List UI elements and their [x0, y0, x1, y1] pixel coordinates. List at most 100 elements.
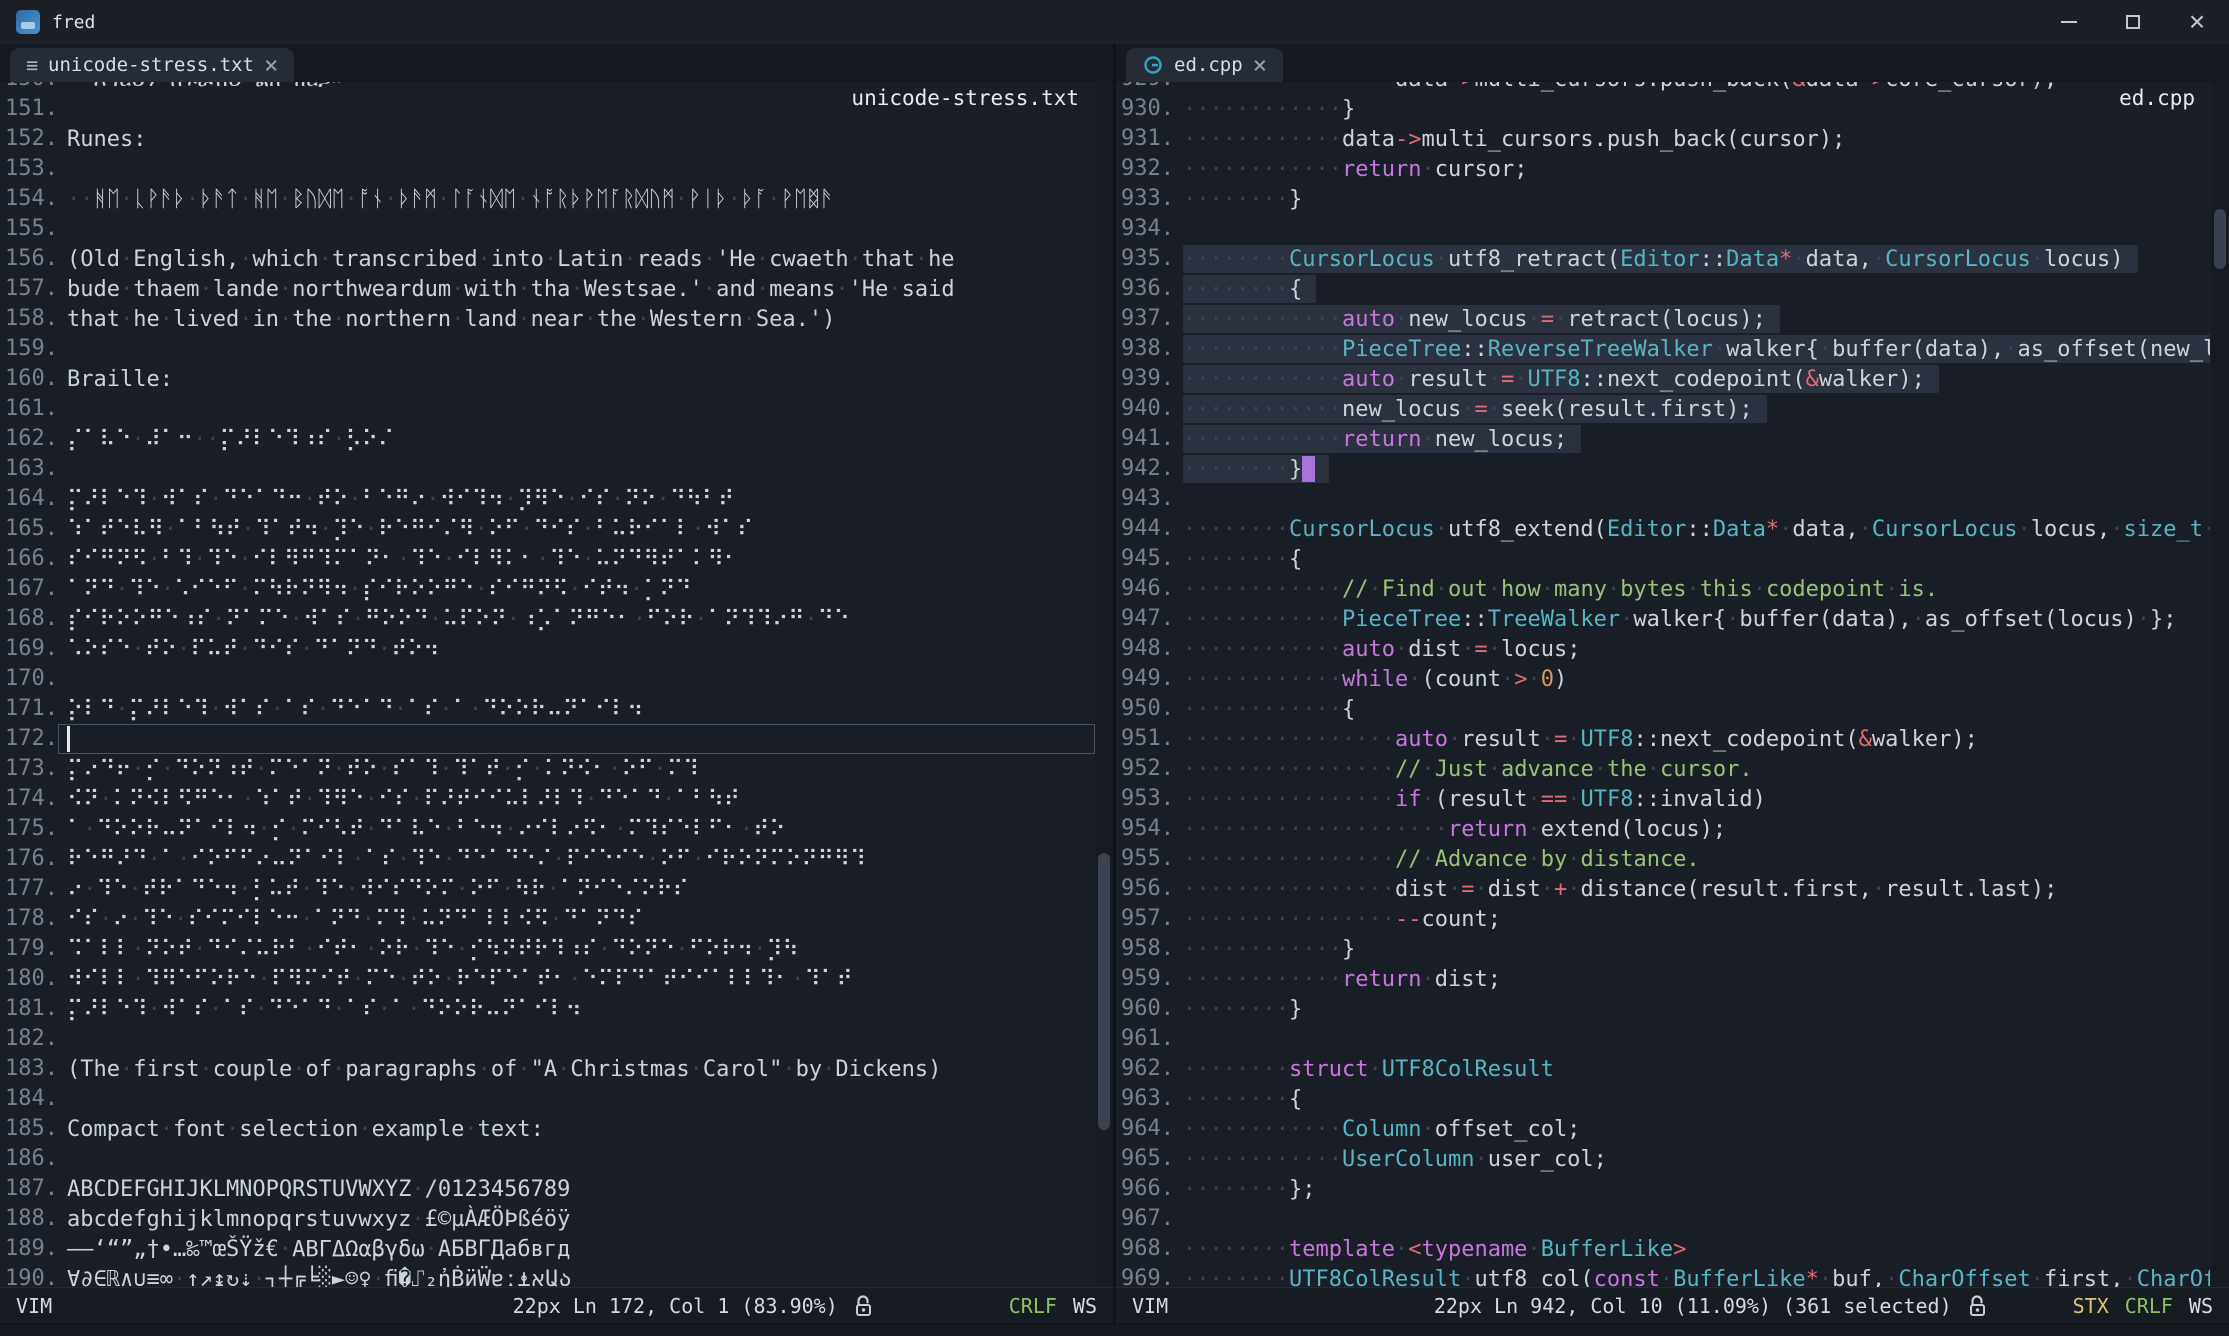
code-line[interactable]: 929.················data->multi_cursors.…	[1116, 82, 2211, 94]
code-line[interactable]: 967.	[1116, 1204, 2211, 1234]
code-line[interactable]: 184.	[0, 1084, 1095, 1114]
code-line[interactable]: 170.	[0, 664, 1095, 694]
code-line[interactable]: 941.············return·new_locus;	[1116, 424, 2211, 454]
code-line[interactable]: 155.	[0, 214, 1095, 244]
code-line[interactable]: 190.∀∂∈ℝ∧∪≡∞·↑↗↨↻⇣·┐┼╔╘░►☺♀·ﬁ�⑀₂ἠḂӥẄɐː⍎א…	[0, 1264, 1095, 1287]
code-line[interactable]: 962.········struct·UTF8ColResult	[1116, 1054, 2211, 1084]
code-line[interactable]: 156.(Old·English,·which·transcribed·into…	[0, 244, 1095, 274]
left-scrollbar-thumb[interactable]	[1098, 853, 1110, 1130]
code-line[interactable]: 948.············auto·dist·=·locus;	[1116, 634, 2211, 664]
whitespace-indicator[interactable]: WS	[2189, 1294, 2213, 1318]
code-line[interactable]: 177.⠔·⠹⠑·⠞⠗⠁⠙⠑⠲·⡃⠥⠞·⠹⠑·⠺⠊⠎⠙⠕⠍·⠕⠋·⠳⠗·⠁⠝⠊⠑…	[0, 874, 1095, 904]
stx-mode-indicator[interactable]: STX	[2073, 1294, 2109, 1318]
tab-unicode-stress-txt[interactable]: ≡ unicode-stress.txt ×	[10, 48, 294, 82]
code-line[interactable]: 163.	[0, 454, 1095, 484]
code-line[interactable]: 945.········{	[1116, 544, 2211, 574]
code-line[interactable]: 174.⠪⠝·⠅⠝⠪⠇⠫⠛⠑⠂·⠱⠁⠞·⠹⠻⠑·⠊⠎·⠏⠜⠞⠊⠊⠥⠇⠜⠇⠹·⠙⠑…	[0, 784, 1095, 814]
tab-ed-cpp[interactable]: ed.cpp ×	[1126, 48, 1283, 82]
code-line[interactable]: 943.	[1116, 484, 2211, 514]
code-line[interactable]: 932.············return·cursor;	[1116, 154, 2211, 184]
minimize-button[interactable]	[2037, 0, 2101, 44]
left-scrollbar[interactable]	[1095, 82, 1113, 1287]
code-line[interactable]: 189.–—‘“”„†•…‰™œŠŸž€·ΑΒΓΔΩαβγδω·АБВГДабв…	[0, 1234, 1095, 1264]
code-line[interactable]: 160.Braille:	[0, 364, 1095, 394]
unlock-icon[interactable]	[854, 1294, 873, 1318]
maximize-button[interactable]	[2101, 0, 2165, 44]
code-line[interactable]: 153.	[0, 154, 1095, 184]
code-line[interactable]: 185.Compact·font·selection·example·text:	[0, 1114, 1095, 1144]
code-line[interactable]: 180.⠺⠊⠇⠇·⠹⠻⠑⠋⠕⠗⠑·⠏⠻⠍⠊⠞·⠍⠑·⠞⠕·⠗⠑⠏⠑⠁⠞⠂·⠑⠍⠏…	[0, 964, 1095, 994]
code-line[interactable]: 936.········{	[1116, 274, 2211, 304]
code-line[interactable]: 164.⡍⠜⠇⠑⠹·⠺⠁⠎·⠙⠑⠁⠙⠒·⠞⠕·⠃⠑⠛⠔·⠺⠊⠹⠲·⡹⠻⠑·⠊⠎·…	[0, 484, 1095, 514]
code-line[interactable]: 183.(The·first·couple·of·paragraphs·of·"…	[0, 1054, 1095, 1084]
whitespace-indicator[interactable]: WS	[1073, 1294, 1097, 1318]
code-line[interactable]: 940.············new_locus·=·seek(result.…	[1116, 394, 2211, 424]
code-line[interactable]: 930.············}	[1116, 94, 2211, 124]
code-line[interactable]: 966.········};	[1116, 1174, 2211, 1204]
code-line[interactable]: 172.	[0, 724, 1095, 754]
code-line[interactable]: 933.········}	[1116, 184, 2211, 214]
code-line[interactable]: 187.ABCDEFGHIJKLMNOPQRSTUVWXYZ·/01234567…	[0, 1174, 1095, 1204]
code-line[interactable]: 958.············}	[1116, 934, 2211, 964]
code-line[interactable]: 952.················//·Just·advance·the·…	[1116, 754, 2211, 784]
code-line[interactable]: 965.············UserColumn·user_col;	[1116, 1144, 2211, 1174]
code-line[interactable]: 946.············//·Find·out·how·many·byt…	[1116, 574, 2211, 604]
code-line[interactable]: 957.················--count;	[1116, 904, 2211, 934]
code-line[interactable]: 950.············{	[1116, 694, 2211, 724]
code-line[interactable]: 934.	[1116, 214, 2211, 244]
code-line[interactable]: 165.⠱⠁⠞⠑⠧⠻·⠁⠃⠳⠞·⠹⠁⠞⠲·⡹⠑·⠗⠑⠛⠊⠌⠻·⠕⠋·⠙⠊⠎·⠃⠥…	[0, 514, 1095, 544]
line-ending-indicator[interactable]: CRLF	[2125, 1294, 2173, 1318]
code-line[interactable]: 166.⠎⠊⠛⠝⠫·⠃⠹·⠹⠑·⠊⠇⠻⠛⠹⠍⠁⠝⠂·⠹⠑·⠊⠇⠻⠅⠂·⠹⠑·⠥⠝…	[0, 544, 1095, 574]
code-line[interactable]: 963.········{	[1116, 1084, 2211, 1114]
code-line[interactable]: 937.············auto·new_locus·=·retract…	[1116, 304, 2211, 334]
code-line[interactable]: 171.⡕⠇⠙·⡍⠜⠇⠑⠹·⠺⠁⠎·⠁⠎·⠙⠑⠁⠙·⠁⠎·⠁·⠙⠕⠕⠗⠤⠝⠁⠊⠇…	[0, 694, 1095, 724]
code-line[interactable]: 931.············data->multi_cursors.push…	[1116, 124, 2211, 154]
code-line[interactable]: 953.················if·(result·==·UTF8::…	[1116, 784, 2211, 814]
code-line[interactable]: 954.····················return·extend(lo…	[1116, 814, 2211, 844]
code-line[interactable]: 154.··ᚻᛖ·ᚳᚹᚫᚦ·ᚦᚫᛏ·ᚻᛖ·ᛒᚢᛞᛖ·ᚩᚾ·ᚦᚫᛗ·ᛚᚪᚾᛞᛖ·ᚾ…	[0, 184, 1095, 214]
code-line[interactable]: 947.············PieceTree::TreeWalker·wa…	[1116, 604, 2211, 634]
code-line[interactable]: 182.	[0, 1024, 1095, 1054]
code-line[interactable]: 961.	[1116, 1024, 2211, 1054]
code-line[interactable]: 935.········CursorLocus·utf8_retract(Edi…	[1116, 244, 2211, 274]
code-line[interactable]: 939.············auto·result·=·UTF8::next…	[1116, 364, 2211, 394]
right-scrollbar-thumb[interactable]	[2214, 209, 2226, 269]
code-line[interactable]: 969.········UTF8ColResult·utf8_col(const…	[1116, 1264, 2211, 1287]
code-line[interactable]: 964.············Column·offset_col;	[1116, 1114, 2211, 1144]
code-line[interactable]: 161.	[0, 394, 1095, 424]
code-line[interactable]: 949.············while·(count·>·0)	[1116, 664, 2211, 694]
code-line[interactable]: 960.········}	[1116, 994, 2211, 1024]
code-line[interactable]: 152.Runes:	[0, 124, 1095, 154]
close-button[interactable]: ×	[2165, 0, 2229, 44]
left-editor-area[interactable]: 150.··እግርህን·በፍራሽህ·ልክ·ዘርጋ።151.152.Runes:1…	[0, 82, 1113, 1287]
code-line[interactable]: 942.········}	[1116, 454, 2211, 484]
code-line[interactable]: 158.that·he·lived·in·the·northern·land·n…	[0, 304, 1095, 334]
code-line[interactable]: 168.⡎⠊⠗⠕⠕⠛⠑⠰⠎·⠝⠁⠍⠑·⠺⠁⠎·⠛⠕⠕⠙·⠥⠏⠕⠝·⠰⡡⠁⠝⠛⠑⠂…	[0, 604, 1095, 634]
code-line[interactable]: 951.················auto·result·=·UTF8::…	[1116, 724, 2211, 754]
code-line[interactable]: 944.········CursorLocus·utf8_extend(Edit…	[1116, 514, 2211, 544]
code-line[interactable]: 955.················//·Advance·by·distan…	[1116, 844, 2211, 874]
code-line[interactable]: 178.⠊⠎·⠔·⠹⠑·⠎⠊⠍⠊⠇⠑⠒·⠁⠝⠙·⠍⠹·⠥⠝⠙⠁⠇⠇⠪⠫·⠙⠁⠝⠙…	[0, 904, 1095, 934]
tab-close-icon[interactable]: ×	[264, 53, 278, 77]
code-line[interactable]: 179.⠩⠁⠇⠇·⠝⠕⠞·⠙⠊⠌⠥⠗⠃·⠊⠞⠂·⠕⠗·⠹⠑·⡊⠳⠝⠞⠗⠹⠰⠎·⠙…	[0, 934, 1095, 964]
code-line[interactable]: 159.	[0, 334, 1095, 364]
code-line[interactable]: 968.········template·<typename·BufferLik…	[1116, 1234, 2211, 1264]
right-scrollbar[interactable]	[2211, 82, 2229, 1287]
code-line[interactable]: 186.	[0, 1144, 1095, 1174]
code-line[interactable]: 157.bude·thaem·lande·northweardum·with·t…	[0, 274, 1095, 304]
code-line[interactable]: 956.················dist·=·dist·+·distan…	[1116, 874, 2211, 904]
unlock-icon[interactable]	[1968, 1294, 1987, 1318]
line-ending-indicator[interactable]: CRLF	[1009, 1294, 1057, 1318]
tab-close-icon[interactable]: ×	[1253, 53, 1267, 77]
code-line[interactable]: 162.⡌⠁⠧⠑·⠼⠁⠒··⡍⠜⠇⠑⠹⠰⠎·⡣⠕⠌	[0, 424, 1095, 454]
code-line[interactable]: 169.⠡⠕⠎⠑·⠞⠕·⠏⠥⠞·⠙⠊⠎·⠙⠁⠝⠙·⠞⠕⠲	[0, 634, 1095, 664]
code-line[interactable]: 176.⠗⠑⠛⠜⠙·⠁·⠊⠕⠋⠋⠔⠤⠝⠁⠊⠇·⠁⠎·⠹⠑·⠙⠑⠁⠙⠑⠌·⠏⠊⠑⠊…	[0, 844, 1095, 874]
code-line[interactable]: 173.⡍⠔⠙⠖·⡊·⠙⠕⠝⠰⠞·⠍⠑⠁⠝·⠞⠕·⠎⠁⠹·⠹⠁⠞·⡊·⠅⠝⠪⠂·…	[0, 754, 1095, 784]
code-line[interactable]: 938.············PieceTree::ReverseTreeWa…	[1116, 334, 2211, 364]
code-line[interactable]: 181.⡍⠜⠇⠑⠹·⠺⠁⠎·⠁⠎·⠙⠑⠁⠙·⠁⠎·⠁·⠙⠕⠕⠗⠤⠝⠁⠊⠇⠲	[0, 994, 1095, 1024]
code-line[interactable]: 959.············return·dist;	[1116, 964, 2211, 994]
code-line[interactable]: 175.⠁·⠙⠕⠕⠗⠤⠝⠁⠊⠇⠲·⡊·⠍⠊⠣⠞·⠙⠁⠧⠑·⠃⠑⠲·⠔⠊⠇⠔⠫⠂·…	[0, 814, 1095, 844]
right-editor-area[interactable]: 929.················data->multi_cursors.…	[1116, 82, 2229, 1287]
code-line[interactable]: 167.⠁⠝⠙·⠹⠑·⠡⠊⠑⠋·⠍⠳⠗⠝⠻⠲·⡎⠊⠗⠕⠕⠛⠑·⠎⠊⠛⠝⠫·⠊⠞⠲…	[0, 574, 1095, 604]
code-line[interactable]: 188.abcdefghijklmnopqrstuvwxyz·£©µÀÆÖÞßé…	[0, 1204, 1095, 1234]
